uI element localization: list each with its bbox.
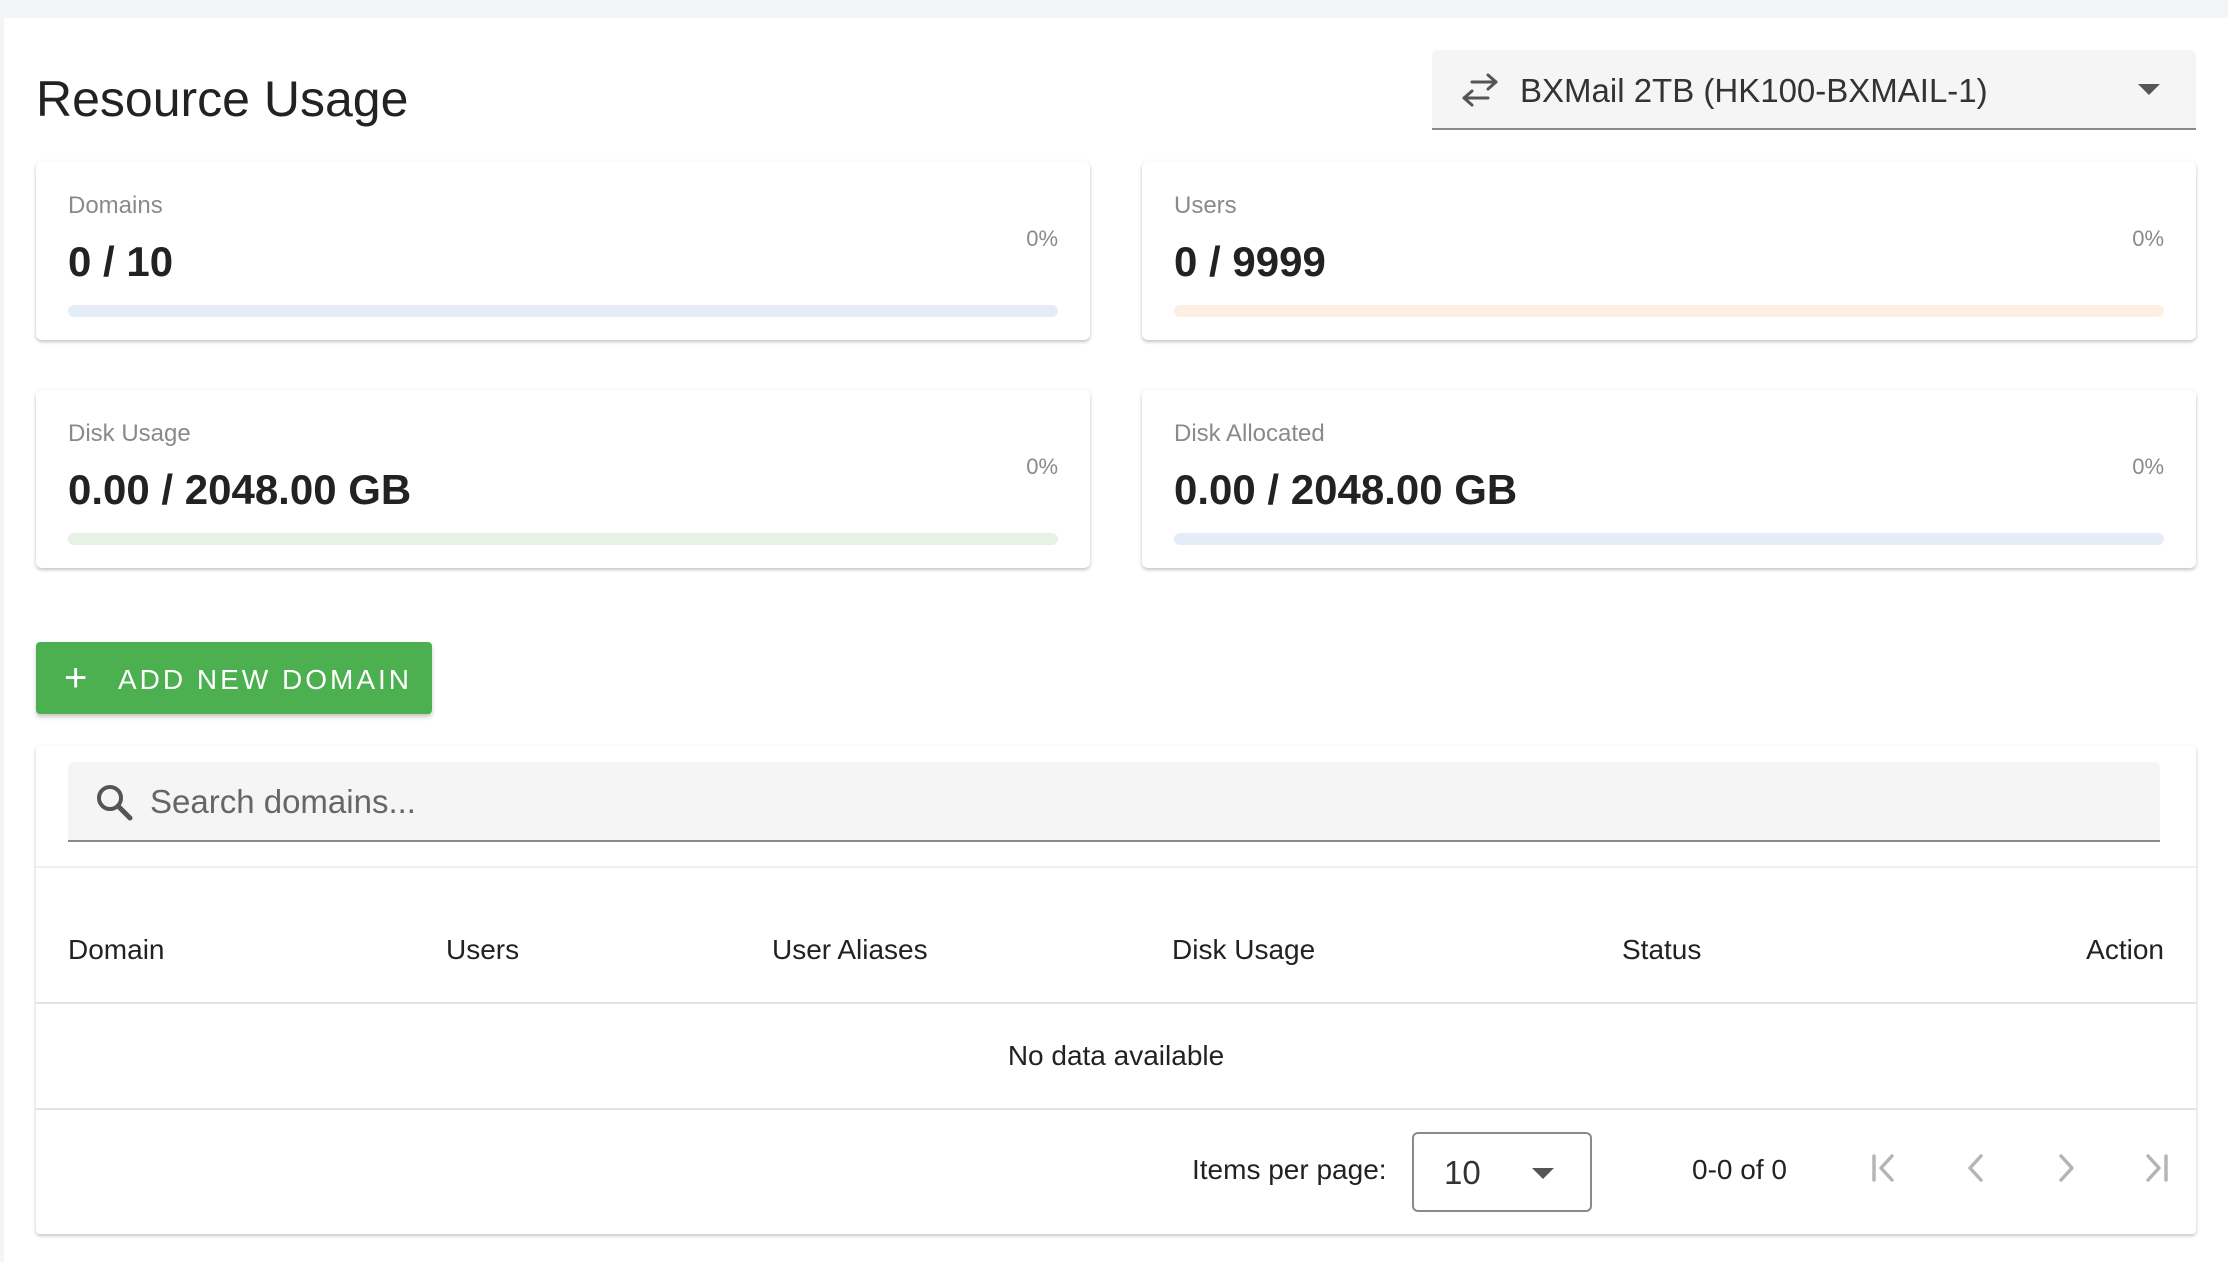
swap-horizontal-icon bbox=[1462, 73, 1498, 107]
usage-card-domains: Domains 0 / 10 0% bbox=[36, 162, 1090, 340]
card-percent: 0% bbox=[1026, 454, 1058, 479]
first-page-icon[interactable] bbox=[1860, 1144, 1908, 1192]
card-percent: 0% bbox=[1026, 226, 1058, 251]
column-header-users[interactable]: Users bbox=[446, 934, 519, 966]
add-new-domain-button[interactable]: + ADD NEW DOMAIN bbox=[36, 642, 432, 714]
column-header-action: Action bbox=[2086, 934, 2164, 965]
chevron-down-icon bbox=[1532, 1168, 1554, 1179]
next-page-icon[interactable] bbox=[2042, 1144, 2090, 1192]
column-header-user-aliases[interactable]: User Aliases bbox=[772, 934, 928, 966]
items-per-page-label: Items per page: bbox=[1192, 1154, 1387, 1185]
card-label: Domains bbox=[68, 192, 163, 219]
server-select-value: BXMail 2TB (HK100-BXMAIL-1) bbox=[1520, 72, 1988, 109]
card-value: 0 / 9999 bbox=[1174, 238, 1326, 285]
footer-divider bbox=[36, 1108, 2196, 1110]
header-divider bbox=[36, 1002, 2196, 1004]
domains-table: Domain Users User Aliases Disk Usage Sta… bbox=[36, 746, 2196, 1234]
previous-page-icon[interactable] bbox=[1952, 1144, 2000, 1192]
card-label: Users bbox=[1174, 192, 1237, 219]
plus-icon: + bbox=[64, 656, 88, 700]
card-value: 0.00 / 2048.00 GB bbox=[1174, 466, 1518, 513]
divider bbox=[36, 866, 2196, 868]
card-label: Disk Allocated bbox=[1174, 420, 1325, 447]
search-field[interactable] bbox=[68, 762, 2160, 842]
empty-state-text: No data available bbox=[1007, 1040, 1225, 1071]
card-percent: 0% bbox=[2132, 226, 2164, 251]
card-percent: 0% bbox=[2132, 454, 2164, 479]
progress-bar bbox=[1174, 305, 2164, 317]
search-icon bbox=[97, 785, 133, 821]
column-header-disk-usage[interactable]: Disk Usage bbox=[1172, 934, 1315, 966]
page-title: Resource Usage bbox=[36, 71, 409, 127]
card-label: Disk Usage bbox=[68, 420, 191, 447]
items-per-page-value: 10 bbox=[1444, 1154, 1481, 1191]
server-select[interactable]: BXMail 2TB (HK100-BXMAIL-1) bbox=[1432, 50, 2196, 130]
add-new-domain-label: ADD NEW DOMAIN bbox=[118, 664, 412, 695]
progress-bar bbox=[68, 533, 1058, 545]
items-per-page-select[interactable]: 10 bbox=[1412, 1132, 1592, 1212]
progress-bar bbox=[1174, 533, 2164, 545]
search-input[interactable] bbox=[150, 776, 2050, 828]
usage-card-disk-allocated: Disk Allocated 0.00 / 2048.00 GB 0% bbox=[1142, 390, 2196, 568]
usage-card-disk-usage: Disk Usage 0.00 / 2048.00 GB 0% bbox=[36, 390, 1090, 568]
usage-card-users: Users 0 / 9999 0% bbox=[1142, 162, 2196, 340]
column-header-status[interactable]: Status bbox=[1622, 934, 1701, 966]
pagination-range: 0-0 of 0 bbox=[1692, 1154, 1787, 1185]
last-page-icon[interactable] bbox=[2132, 1144, 2180, 1192]
chevron-down-icon bbox=[2138, 84, 2160, 95]
card-value: 0.00 / 2048.00 GB bbox=[68, 466, 412, 513]
progress-bar bbox=[68, 305, 1058, 317]
card-value: 0 / 10 bbox=[68, 238, 174, 285]
page-container: Resource Usage BXMail 2TB (HK100-BXMAIL-… bbox=[4, 18, 2228, 1262]
column-header-domain[interactable]: Domain bbox=[68, 934, 164, 966]
